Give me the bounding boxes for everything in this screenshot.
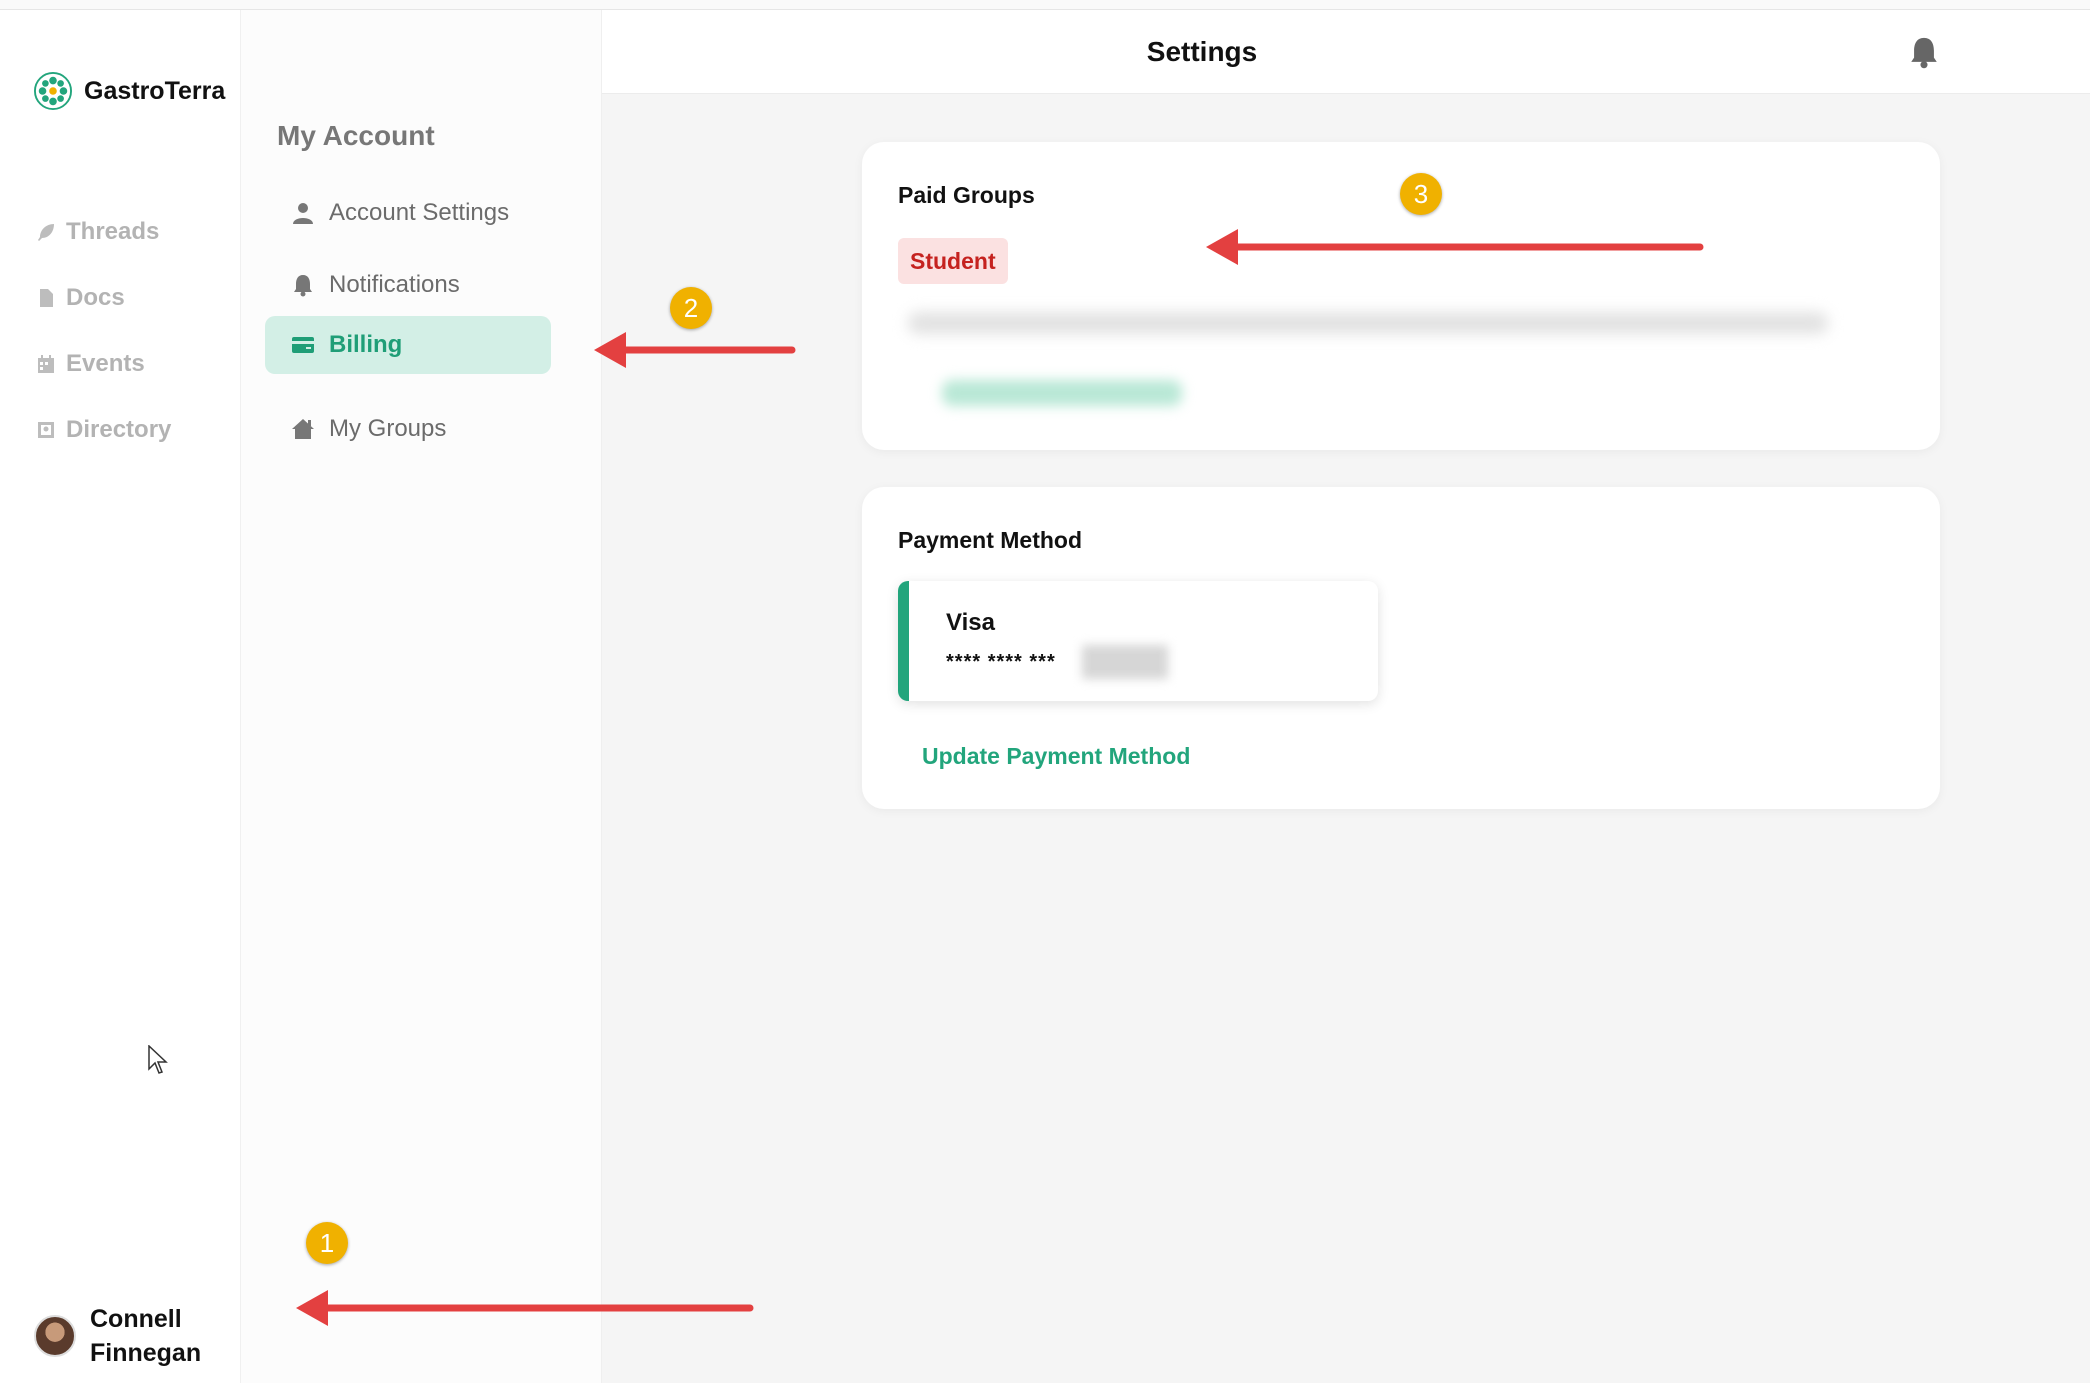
calendar-icon [38, 355, 54, 373]
student-badge: Student [898, 238, 1008, 284]
bell-icon[interactable] [1907, 34, 1941, 70]
subnav-item-label: Account Settings [329, 199, 510, 226]
nav-item-directory[interactable]: Directory [36, 416, 171, 444]
user-profile[interactable]: Connell Finnegan [34, 1302, 210, 1370]
card-icon [292, 337, 314, 353]
nav-item-label: Directory [66, 416, 172, 443]
nav-item-label: Docs [66, 284, 125, 311]
subnav-item-notifications[interactable]: Notifications [265, 256, 551, 314]
payment-method-card: Payment Method Visa **** **** *** Update… [862, 487, 1940, 809]
page-header: Settings [602, 10, 2090, 94]
browser-top-bar [0, 0, 2090, 10]
user-icon [293, 203, 313, 224]
mouse-cursor-icon [148, 1045, 168, 1074]
subnav-item-billing[interactable]: Billing [265, 316, 551, 374]
saved-card: Visa **** **** *** [898, 581, 1378, 701]
subnav-item-label: Notifications [329, 271, 460, 298]
feather-icon [38, 224, 54, 241]
nav-item-threads[interactable]: Threads [36, 218, 159, 246]
annotation-marker-3: 3 [1400, 173, 1442, 215]
update-payment-method-link[interactable]: Update Payment Method [922, 743, 1190, 770]
account-subnav: My Account Account Settings Notification… [241, 10, 602, 1383]
payment-method-title: Payment Method [898, 527, 1083, 553]
page-title: Settings [1146, 36, 1258, 67]
paid-groups-title: Paid Groups [898, 182, 1035, 208]
brand[interactable]: GastroTerra [34, 72, 225, 110]
subnav-item-label: My Groups [329, 415, 447, 442]
nav-item-label: Events [66, 350, 145, 377]
subnav-title: My Account [277, 120, 435, 151]
nav-item-events[interactable]: Events [36, 350, 145, 378]
subnav-item-my-groups[interactable]: My Groups [265, 400, 551, 458]
card-accent-bar [898, 581, 909, 701]
card-number: **** **** *** [946, 651, 1056, 673]
annotation-marker-2: 2 [670, 287, 712, 329]
nav-item-label: Threads [66, 218, 160, 245]
document-icon [40, 289, 53, 307]
gastroterra-logo-icon [34, 72, 72, 110]
redacted-text [908, 312, 1828, 334]
subnav-item-account-settings[interactable]: Account Settings [265, 184, 551, 242]
nav-item-docs[interactable]: Docs [36, 284, 125, 312]
brand-name: GastroTerra [84, 76, 226, 105]
annotation-marker-1: 1 [306, 1222, 348, 1264]
redacted-card-digits [1082, 645, 1168, 679]
home-icon [292, 419, 314, 439]
directory-icon [38, 422, 54, 438]
bell-icon [294, 275, 312, 297]
subnav-item-label: Billing [329, 331, 403, 358]
billing-content: Paid Groups Student Payment Method Visa … [602, 94, 2090, 1383]
card-brand: Visa [946, 609, 995, 636]
user-name: Connell Finnegan [90, 1305, 202, 1367]
redacted-link[interactable] [942, 380, 1182, 406]
left-nav: GastroTerra Threads Docs Events Director… [0, 10, 241, 1383]
avatar [34, 1315, 76, 1357]
